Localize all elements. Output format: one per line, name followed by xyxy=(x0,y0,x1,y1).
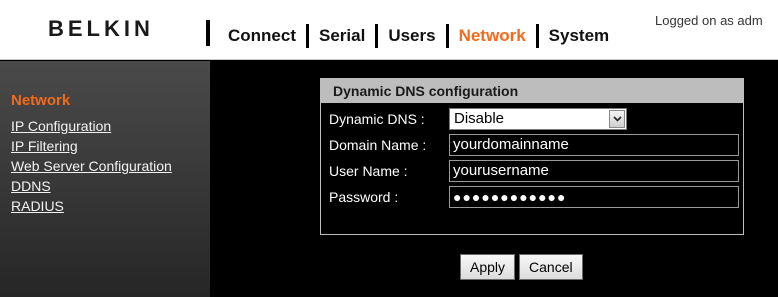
form-actions: Apply Cancel xyxy=(460,254,583,280)
ddns-config-panel: Dynamic DNS configuration Dynamic DNS : … xyxy=(320,78,744,235)
logged-on-status: Logged on as adm xyxy=(655,13,763,28)
password-label: Password : xyxy=(329,188,399,205)
sidebar-item-ddns[interactable]: DDNS xyxy=(11,177,172,195)
dynamic-dns-value: Disable xyxy=(454,110,505,127)
user-name-row: User Name : yourusername xyxy=(329,159,739,182)
user-name-field[interactable]: yourusername xyxy=(449,159,739,182)
sidebar-item-radius[interactable]: RADIUS xyxy=(11,197,172,215)
nav-serial[interactable]: Serial xyxy=(319,25,365,47)
domain-name-label: Domain Name : xyxy=(329,136,427,153)
password-field[interactable]: ●●●●●●●●●●●● xyxy=(449,185,739,208)
domain-name-row: Domain Name : yourdomainname xyxy=(329,133,739,156)
logo-divider xyxy=(206,20,210,46)
nav-network[interactable]: Network xyxy=(459,25,526,47)
dynamic-dns-row: Dynamic DNS : Disable xyxy=(329,107,627,130)
dynamic-dns-select[interactable]: Disable xyxy=(449,107,627,130)
nav-users[interactable]: Users xyxy=(388,25,435,47)
chevron-down-icon[interactable] xyxy=(609,109,625,128)
nav-divider xyxy=(445,24,449,48)
sidebar-item-ip-filtering[interactable]: IP Filtering xyxy=(11,137,172,155)
dynamic-dns-label: Dynamic DNS : xyxy=(329,110,425,127)
sidebar-item-web-server-configuration[interactable]: Web Server Configuration xyxy=(11,157,172,175)
sidebar-item-ip-configuration[interactable]: IP Configuration xyxy=(11,117,172,135)
main-nav: Connect Serial Users Network System xyxy=(228,24,609,48)
panel-title: Dynamic DNS configuration xyxy=(321,79,743,103)
belkin-logo: BELKIN xyxy=(48,16,154,41)
top-header: BELKIN Connect Serial Users Network Syst… xyxy=(0,0,778,60)
user-name-label: User Name : xyxy=(329,162,408,179)
cancel-button[interactable]: Cancel xyxy=(519,254,583,280)
nav-connect[interactable]: Connect xyxy=(228,25,296,47)
sidebar-links: IP Configuration IP Filtering Web Server… xyxy=(11,117,172,217)
sidebar: Network IP Configuration IP Filtering We… xyxy=(0,61,210,297)
nav-system[interactable]: System xyxy=(549,25,609,47)
sidebar-section-title: Network xyxy=(11,92,71,109)
apply-button[interactable]: Apply xyxy=(460,254,516,280)
nav-divider xyxy=(375,24,379,48)
main-content: Dynamic DNS configuration Dynamic DNS : … xyxy=(210,61,778,297)
nav-divider xyxy=(535,24,539,48)
nav-divider xyxy=(306,24,309,48)
password-row: Password : ●●●●●●●●●●●● xyxy=(329,185,739,208)
domain-name-field[interactable]: yourdomainname xyxy=(449,133,739,156)
